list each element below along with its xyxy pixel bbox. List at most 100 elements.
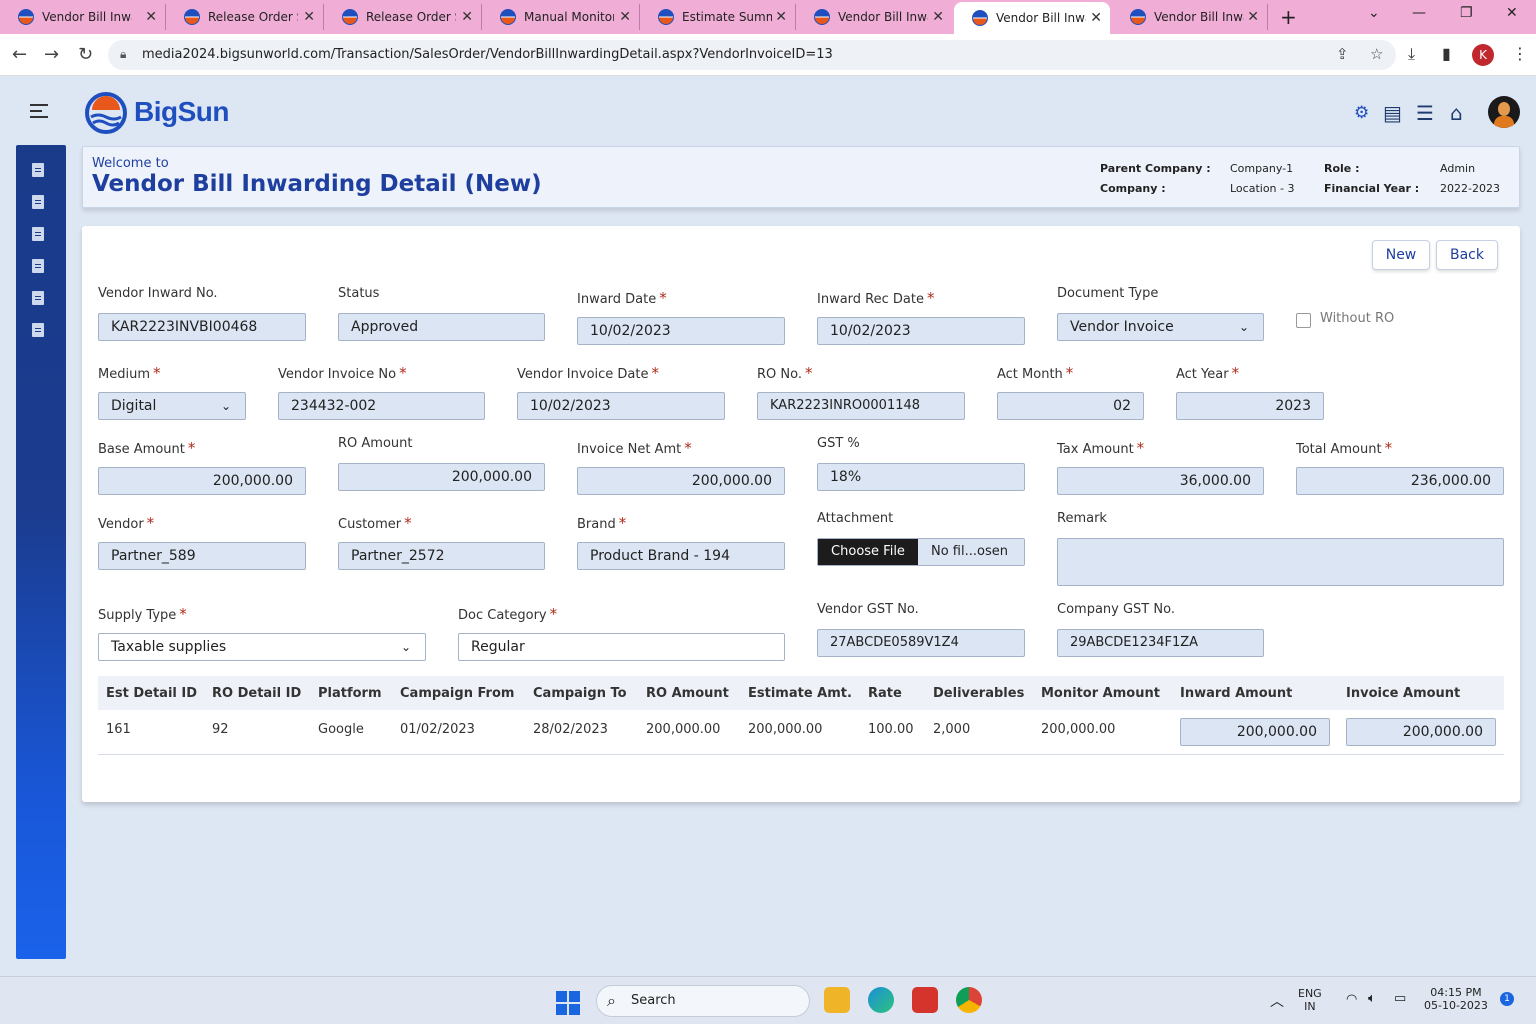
close-icon[interactable]: ✕ [461, 9, 473, 25]
tax-amount-label: Tax Amount * [1057, 439, 1145, 457]
sidebar-document-icon[interactable] [32, 227, 44, 241]
profile-avatar[interactable]: K [1472, 44, 1494, 66]
file-explorer-icon[interactable] [824, 987, 850, 1013]
browser-tab[interactable]: Vendor Bill Inwar✕ [1112, 4, 1268, 30]
browser-tab[interactable]: Estimate Summa✕ [640, 4, 796, 30]
invoice-amount-input[interactable]: 200,000.00 [1346, 718, 1496, 746]
page-header-card: Welcome to Vendor Bill Inwarding Detail … [82, 146, 1520, 208]
bookmark-star-icon[interactable]: ☆ [1370, 45, 1383, 63]
chevron-up-icon[interactable]: ︿ [1270, 991, 1284, 1011]
without-ro-checkbox[interactable] [1296, 313, 1311, 328]
new-button[interactable]: New [1372, 240, 1430, 270]
invoice-net-amt-field[interactable]: 200,000.00 [577, 467, 785, 495]
act-month-field[interactable]: 02 [997, 392, 1144, 420]
bigsun-favicon-icon [184, 9, 200, 25]
vendor-field[interactable]: Partner_589 [98, 542, 306, 570]
close-icon[interactable]: ✕ [1247, 9, 1259, 25]
window-close-icon[interactable]: ✕ [1506, 5, 1518, 21]
download-icon[interactable]: ⤓ [1408, 44, 1415, 64]
close-icon[interactable]: ✕ [145, 9, 157, 25]
clock[interactable]: 04:15 PM 05-10-2023 [1424, 986, 1488, 1012]
back-button[interactable]: Back [1436, 240, 1498, 270]
ro-no-field[interactable]: KAR2223INRO0001148 [757, 392, 965, 420]
forward-arrow-icon[interactable]: → [44, 44, 59, 65]
close-icon[interactable]: ✕ [619, 9, 631, 25]
browser-tab[interactable]: Manual Monitori ✕ [482, 4, 640, 30]
brand-field[interactable]: Product Brand - 194 [577, 542, 785, 570]
status-label: Status [338, 286, 380, 301]
bigsun-favicon-icon [342, 9, 358, 25]
browser-tab-active[interactable]: Vendor Bill Inwar✕ [954, 2, 1110, 34]
close-icon[interactable]: ✕ [303, 9, 315, 25]
close-icon[interactable]: ✕ [932, 9, 944, 25]
reload-icon[interactable]: ↻ [78, 44, 93, 65]
share-icon[interactable]: ⇪ [1336, 45, 1349, 63]
sidebar-document-icon[interactable] [32, 323, 44, 337]
sidepanel-icon[interactable]: ▮ [1442, 44, 1451, 63]
list-box-icon[interactable]: ▤ [1383, 101, 1402, 125]
chevron-down-icon: ⌄ [220, 399, 231, 413]
medium-select[interactable]: Digital ⌄ [98, 392, 246, 420]
browser-tab[interactable]: Release Order Su✕ [166, 4, 324, 30]
vendor-invoice-no-field[interactable]: 234432-002 [278, 392, 485, 420]
new-tab-icon[interactable]: + [1280, 5, 1297, 29]
wps-office-icon[interactable] [912, 987, 938, 1013]
sidebar-document-icon[interactable] [32, 291, 44, 305]
gear-icon[interactable]: ⚙ [1354, 103, 1369, 123]
ro-amount-label: RO Amount [338, 436, 413, 451]
volume-icon[interactable]: 🔈︎ [1368, 991, 1376, 1006]
browser-tab[interactable]: Vendor Bill Inwar✕ [0, 4, 166, 30]
act-year-field[interactable]: 2023 [1176, 392, 1324, 420]
battery-icon[interactable]: ▭ [1394, 991, 1406, 1006]
attachment-file-input[interactable]: Choose File No fil...osen [817, 538, 1025, 566]
form-card: New Back Vendor Inward No. KAR2223INVBI0… [82, 226, 1520, 802]
kebab-menu-icon[interactable]: ⋮ [1512, 44, 1528, 63]
customer-field[interactable]: Partner_2572 [338, 542, 545, 570]
vendor-gst-label: Vendor GST No. [817, 602, 919, 617]
edge-browser-icon[interactable] [868, 987, 894, 1013]
home-icon[interactable]: ⌂ [1450, 101, 1463, 125]
inward-amount-input[interactable]: 200,000.00 [1180, 718, 1330, 746]
user-avatar[interactable] [1488, 96, 1520, 128]
base-amount-field[interactable]: 200,000.00 [98, 467, 306, 495]
vendor-invoice-date-label: Vendor Invoice Date * [517, 364, 659, 382]
column-header: RO Detail ID [212, 686, 302, 701]
total-amount-field[interactable]: 236,000.00 [1296, 467, 1504, 495]
remark-textarea[interactable] [1057, 538, 1504, 586]
back-arrow-icon[interactable]: ← [12, 44, 27, 65]
document-type-select[interactable]: Vendor Invoice ⌄ [1057, 313, 1264, 341]
close-icon[interactable]: ✕ [1090, 10, 1102, 26]
restore-icon[interactable]: ❐ [1460, 5, 1473, 21]
choose-file-button[interactable]: Choose File [818, 539, 918, 565]
inward-date-field[interactable]: 10/02/2023 [577, 317, 785, 345]
column-header: Campaign To [533, 686, 627, 701]
supply-type-select[interactable]: Taxable supplies ⌄ [98, 633, 426, 661]
doc-category-field[interactable]: Regular [458, 633, 785, 661]
language-indicator[interactable]: ENG IN [1298, 987, 1322, 1013]
wifi-icon[interactable]: ◠ [1346, 992, 1357, 1007]
close-icon[interactable]: ✕ [775, 9, 787, 25]
vendor-label: Vendor * [98, 514, 155, 532]
windows-start-icon[interactable] [556, 991, 580, 1015]
supply-type-label: Supply Type * [98, 605, 187, 623]
browser-tab[interactable]: Release Order Su✕ [324, 4, 482, 30]
notification-badge[interactable]: 1 [1500, 992, 1514, 1006]
hamburger-menu-icon[interactable] [30, 104, 48, 122]
role-value: Admin [1440, 162, 1476, 175]
list-icon[interactable]: ☰ [1416, 101, 1434, 125]
chevron-down-icon[interactable]: ⌄ [1368, 5, 1380, 21]
sidebar-document-icon[interactable] [32, 195, 44, 209]
browser-tab[interactable]: Vendor Bill Inwar✕ [796, 4, 952, 30]
attachment-label: Attachment [817, 511, 894, 526]
vendor-invoice-date-field[interactable]: 10/02/2023 [517, 392, 725, 420]
sidebar-document-icon[interactable] [32, 163, 44, 177]
url-text[interactable]: media2024.bigsunworld.com/Transaction/Sa… [142, 47, 833, 62]
taskbar-search[interactable]: ⌕ Search [596, 985, 810, 1017]
address-bar[interactable]: 🔒︎ media2024.bigsunworld.com/Transaction… [108, 40, 1396, 70]
bigsun-favicon-icon [18, 9, 34, 25]
chrome-icon[interactable] [956, 987, 982, 1013]
inward-rec-date-field[interactable]: 10/02/2023 [817, 317, 1025, 345]
tax-amount-field[interactable]: 36,000.00 [1057, 467, 1264, 495]
minimize-icon[interactable]: — [1412, 5, 1426, 21]
sidebar-document-icon[interactable] [32, 259, 44, 273]
